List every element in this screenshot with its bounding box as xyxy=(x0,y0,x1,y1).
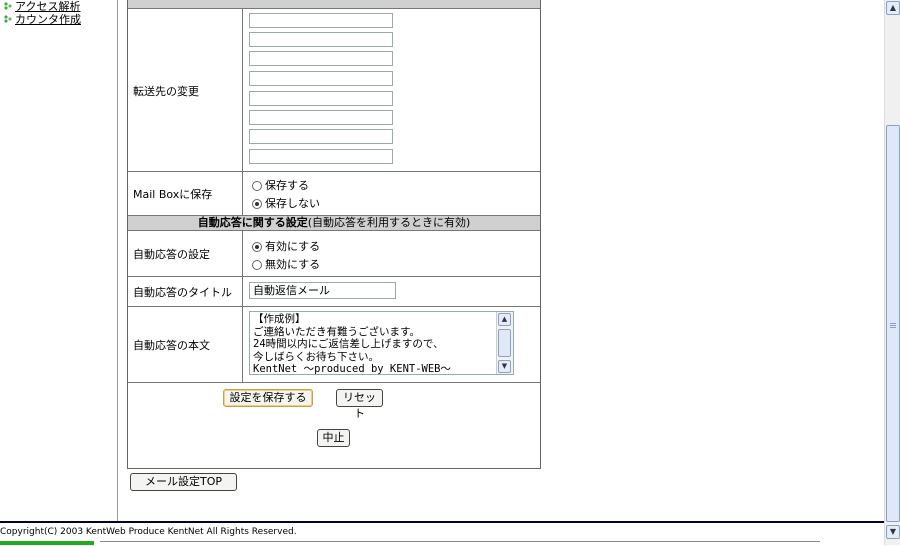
grip-line xyxy=(890,327,896,328)
mailbox-option-save[interactable]: 保存する xyxy=(252,178,309,194)
forward-input-6[interactable] xyxy=(249,110,393,125)
actions-row: 設定を保存する リセット 中止 xyxy=(128,382,540,469)
scroll-up-icon[interactable]: ▲ xyxy=(886,1,900,15)
mailbox-option-nosave[interactable]: 保存しない xyxy=(252,196,320,212)
grip-line xyxy=(890,325,896,326)
scroll-thumb[interactable] xyxy=(498,329,511,357)
green-bullet-icon xyxy=(4,15,12,23)
forward-input-3[interactable] xyxy=(249,51,393,66)
page-scrollbar[interactable]: ▲ ▼ xyxy=(884,0,900,545)
mail-settings-top-button[interactable]: メール設定TOP xyxy=(130,473,237,491)
sidebar-link-counter[interactable]: カウンタ作成 xyxy=(0,13,117,26)
save-settings-button[interactable]: 設定を保存する xyxy=(223,389,313,407)
reply-title-row: 自動応答のタイトル 自動返信メール xyxy=(128,276,540,307)
settings-panel: 転送先の変更 Mail Boxに保存 保存する 保存しない 自動応答に関する設定… xyxy=(127,0,541,469)
status-tab-row xyxy=(100,541,820,546)
copyright-text: Copyright(C) 2003 KentWeb Produce KentNe… xyxy=(0,527,297,537)
reply-body-textarea[interactable]: 【作成例】 ご連絡いただき有難うございます。 24時間以内にご返信差し上げますの… xyxy=(249,311,514,375)
scroll-up-icon[interactable]: ▲ xyxy=(498,313,511,326)
reply-title-input[interactable]: 自動返信メール xyxy=(249,282,396,299)
sidebar: アクセス解析 カウンタ作成 xyxy=(0,0,118,521)
forward-row: 転送先の変更 xyxy=(128,8,540,172)
radio-button[interactable] xyxy=(252,181,262,191)
scroll-down-icon[interactable]: ▼ xyxy=(498,360,511,373)
forward-input-8[interactable] xyxy=(249,149,393,164)
forward-label: 転送先の変更 xyxy=(128,9,243,172)
forward-input-7[interactable] xyxy=(249,129,393,144)
autoreply-row: 自動応答の設定 有効にする 無効にする xyxy=(128,230,540,277)
status-tab-active xyxy=(0,541,94,545)
scroll-down-icon[interactable]: ▼ xyxy=(886,525,900,539)
scroll-thumb[interactable] xyxy=(886,125,900,522)
reply-title-label: 自動応答のタイトル xyxy=(128,277,243,307)
grip-line xyxy=(890,323,896,324)
footer-divider xyxy=(0,521,884,523)
radio-button-selected[interactable] xyxy=(252,242,262,252)
forward-input-4[interactable] xyxy=(249,71,393,86)
section-header-cut xyxy=(128,0,540,8)
reset-button[interactable]: リセット xyxy=(336,389,383,420)
forward-input-1[interactable] xyxy=(249,13,393,28)
cancel-button[interactable]: 中止 xyxy=(317,429,350,447)
forward-input-2[interactable] xyxy=(249,32,393,47)
radio-button-selected[interactable] xyxy=(252,199,262,209)
autoreply-option-enable[interactable]: 有効にする xyxy=(252,239,320,255)
reply-body-row: 自動応答の本文 【作成例】 ご連絡いただき有難うございます。 24時間以内にご返… xyxy=(128,306,540,383)
mailbox-label: Mail Boxに保存 xyxy=(128,172,243,216)
autoreply-section-header: 自動応答に関する設定(自動応答を利用するときに有効) xyxy=(128,215,540,230)
sidebar-link-label: アクセス解析 xyxy=(15,0,81,13)
green-bullet-icon xyxy=(4,2,12,10)
mailbox-row: Mail Boxに保存 保存する 保存しない xyxy=(128,171,540,216)
textarea-scrollbar[interactable]: ▲ ▼ xyxy=(496,312,513,374)
forward-inputs xyxy=(244,9,540,172)
autoreply-label: 自動応答の設定 xyxy=(128,231,243,277)
radio-button[interactable] xyxy=(252,260,262,270)
autoreply-option-disable[interactable]: 無効にする xyxy=(252,257,320,273)
sidebar-link-access-analysis[interactable]: アクセス解析 xyxy=(0,0,117,13)
reply-body-label: 自動応答の本文 xyxy=(128,307,243,383)
reply-body-text: 【作成例】 ご連絡いただき有難うございます。 24時間以内にご返信差し上げますの… xyxy=(253,313,452,375)
sidebar-link-label: カウンタ作成 xyxy=(15,13,81,26)
status-strip xyxy=(0,541,884,545)
forward-input-5[interactable] xyxy=(249,91,393,106)
